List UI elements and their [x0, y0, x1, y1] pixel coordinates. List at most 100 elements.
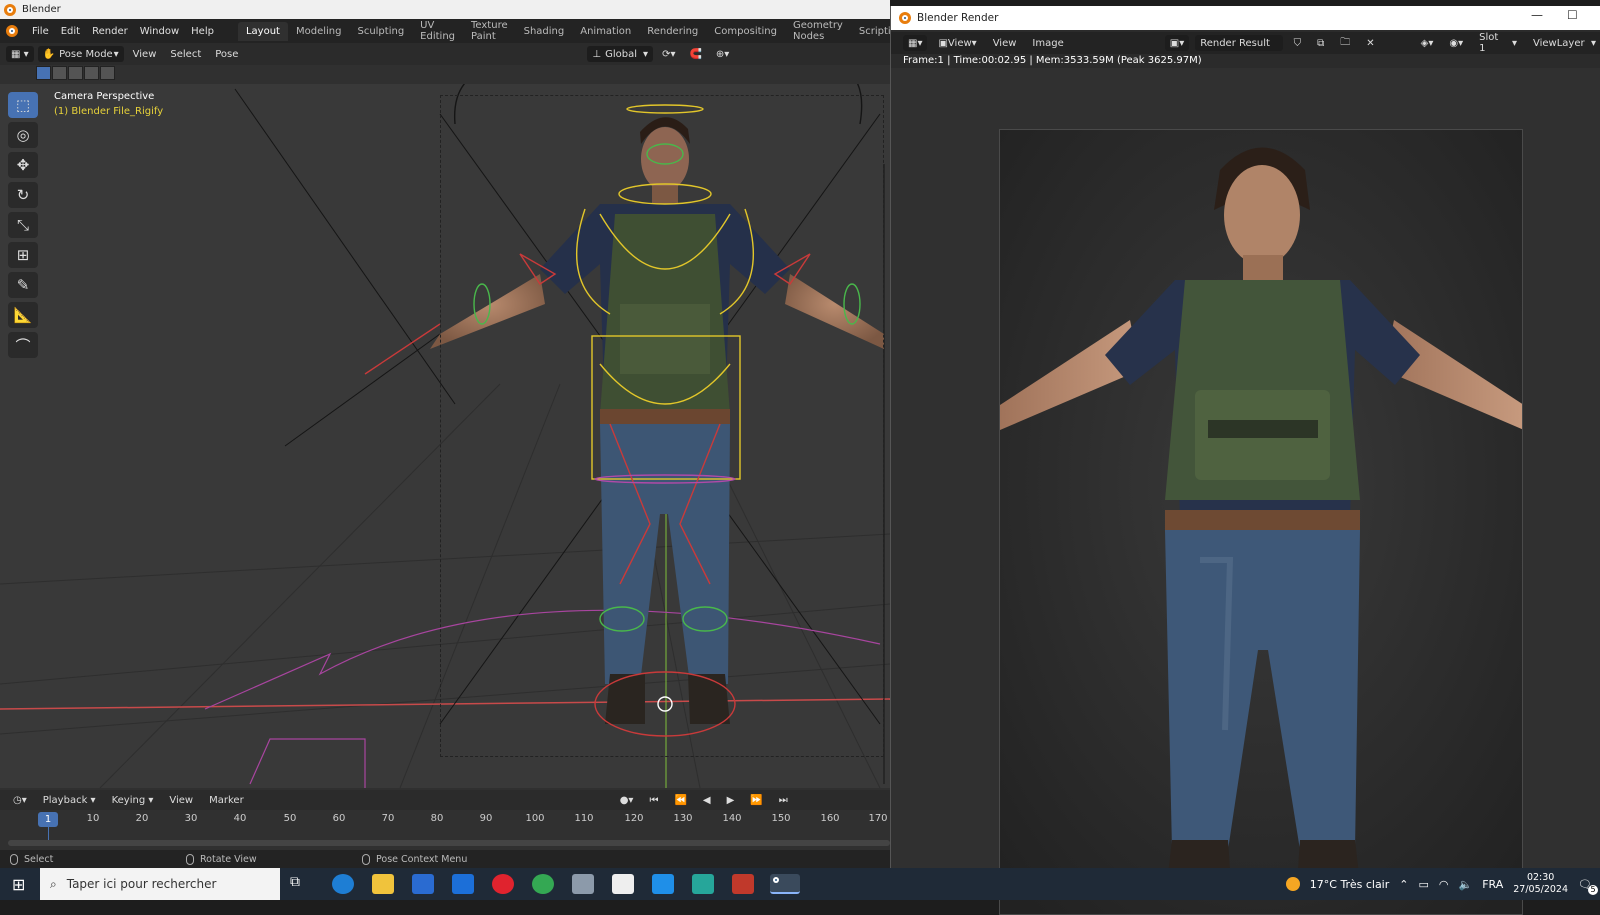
new-image-icon[interactable]: ⧉ — [1312, 35, 1329, 51]
tab-uv-editing[interactable]: UV Editing — [412, 16, 463, 46]
play-reverse-icon[interactable]: ◀ — [698, 792, 716, 808]
unlink-image-close-icon[interactable]: ✕ — [1361, 35, 1379, 51]
fake-user-shield-icon[interactable]: ⛉ — [1289, 35, 1307, 51]
transform-tool-icon[interactable]: ⊞ — [8, 242, 38, 268]
measure-tool-icon[interactable]: 📐 — [8, 302, 38, 328]
mode-dropdown[interactable]: ✋ Pose Mode ▾ — [37, 46, 124, 62]
timeline-ruler[interactable]: 1 10 20 30 40 50 60 70 80 90 100 110 120… — [0, 810, 890, 828]
scale-tool-icon[interactable]: ⤡ — [8, 212, 38, 238]
jump-end-icon[interactable]: ⏭ — [774, 792, 793, 808]
cursor-tool-icon[interactable]: ◎ — [8, 122, 38, 148]
view-layer-dropdown[interactable]: ViewLayer ▾ — [1528, 35, 1600, 51]
task-view-icon[interactable]: ⧉ — [290, 874, 312, 894]
weather-text[interactable]: 17°C Très clair — [1310, 878, 1389, 891]
tab-geometry-nodes[interactable]: Geometry Nodes — [785, 16, 851, 46]
sample-tool-icon[interactable]: ◈▾ — [1416, 35, 1439, 51]
chevron-up-icon[interactable]: ⌃ — [1399, 878, 1408, 891]
pivot-icon[interactable]: ⟳▾ — [657, 46, 680, 62]
editor-type-button[interactable]: ▦ ▾ — [6, 46, 34, 62]
edge-browser-icon[interactable] — [332, 874, 354, 894]
play-icon[interactable]: ▶ — [722, 792, 740, 808]
tab-compositing[interactable]: Compositing — [706, 22, 785, 41]
taskbar-search[interactable]: ⌕ Taper ici pour rechercher — [40, 868, 280, 900]
menu-help[interactable]: Help — [185, 26, 220, 37]
menu-keying[interactable]: Keying ▾ — [107, 792, 159, 808]
clock[interactable]: 02:30 27/05/2024 — [1513, 872, 1568, 896]
notification-icon[interactable]: 🗨 5 — [1578, 878, 1598, 895]
menu-select[interactable]: Select — [165, 46, 206, 62]
wifi-icon[interactable]: ◠ — [1439, 878, 1449, 891]
top-menu-bar: File Edit Render Window Help Layout Mode… — [0, 16, 928, 46]
menu-timeline-view[interactable]: View — [164, 792, 198, 808]
open-image-folder-icon[interactable]: 🗀 — [1335, 35, 1355, 51]
select-extend-icon[interactable] — [52, 66, 67, 80]
pose-icon: ✋ — [42, 48, 56, 60]
tab-shading[interactable]: Shading — [516, 22, 573, 41]
windows-start-icon[interactable]: ⊞ — [12, 875, 25, 894]
pose-curve-tool-icon[interactable]: ⌒ — [8, 332, 38, 358]
annotate-tool-icon[interactable]: ✎ — [8, 272, 38, 298]
menu-marker[interactable]: Marker — [204, 792, 249, 808]
render-result-image — [999, 129, 1523, 915]
select-intersect-icon[interactable] — [100, 66, 115, 80]
jump-keyframe-back-icon[interactable]: ⏪ — [669, 792, 691, 808]
clock-date: 27/05/2024 — [1513, 884, 1569, 895]
tab-rendering[interactable]: Rendering — [639, 22, 706, 41]
tab-animation[interactable]: Animation — [572, 22, 639, 41]
render-view-dropdown[interactable]: ▣ View ▾ — [933, 35, 981, 51]
menu-image[interactable]: Image — [1027, 35, 1068, 51]
frame-tick: 140 — [722, 813, 742, 824]
tab-sculpting[interactable]: Sculpting — [349, 22, 412, 41]
file-explorer-icon[interactable] — [372, 874, 394, 894]
jump-start-icon[interactable]: ⏮ — [644, 792, 663, 808]
mail-icon[interactable] — [452, 874, 474, 894]
volume-icon[interactable]: 🔈 — [1459, 878, 1473, 891]
select-invert-icon[interactable] — [84, 66, 99, 80]
proportional-edit-icon[interactable]: ⊕▾ — [711, 46, 734, 62]
opera-browser-icon[interactable] — [492, 874, 514, 894]
render-window-title: Blender Render — [917, 12, 999, 24]
language-indicator[interactable]: FRA — [1482, 878, 1503, 891]
chrome-browser-icon[interactable] — [532, 874, 554, 894]
tab-texture-paint[interactable]: Texture Paint — [463, 16, 516, 46]
app-icon[interactable] — [612, 874, 634, 894]
select-subtract-icon[interactable] — [68, 66, 83, 80]
menu-pose[interactable]: Pose — [210, 46, 243, 62]
image-name-field[interactable]: Render Result — [1195, 35, 1283, 51]
move-tool-icon[interactable]: ✥ — [8, 152, 38, 178]
minimize-icon[interactable]: — — [1531, 8, 1543, 22]
app-icon[interactable] — [572, 874, 594, 894]
snap-icon[interactable]: 🧲 — [684, 46, 706, 62]
maximize-icon[interactable]: ☐ — [1567, 8, 1578, 22]
jump-keyframe-forward-icon[interactable]: ⏩ — [745, 792, 767, 808]
tab-layout[interactable]: Layout — [237, 21, 288, 41]
menu-playback[interactable]: Playback ▾ — [38, 792, 101, 808]
orientation-dropdown[interactable]: ⊥ Global ▾ — [587, 46, 654, 62]
menu-render-view[interactable]: View — [988, 35, 1022, 51]
photos-icon[interactable] — [652, 874, 674, 894]
slot-dropdown[interactable]: Slot 1 ▾ — [1474, 32, 1522, 54]
menu-window[interactable]: Window — [134, 26, 185, 37]
winrar-icon[interactable] — [732, 874, 754, 894]
blender-menu-icon[interactable] — [6, 25, 18, 37]
menu-render[interactable]: Render — [86, 26, 134, 37]
image-editor-type-icon[interactable]: ▦▾ — [903, 35, 928, 51]
blender-taskbar-icon[interactable] — [770, 874, 800, 894]
app-icon[interactable] — [692, 874, 714, 894]
render-image-area[interactable] — [891, 68, 1600, 915]
timeline-editor-type-icon[interactable]: ◷▾ — [8, 792, 32, 808]
select-new-icon[interactable] — [36, 66, 51, 80]
image-browse-icon[interactable]: ▣▾ — [1164, 35, 1190, 51]
record-keyframe-icon[interactable]: ●▾ — [615, 792, 639, 808]
overlays-icon[interactable]: ◉▾ — [1444, 35, 1468, 51]
device-icon[interactable]: ▭ — [1418, 878, 1428, 891]
menu-file[interactable]: File — [26, 26, 55, 37]
tab-modeling[interactable]: Modeling — [288, 22, 350, 41]
menu-edit[interactable]: Edit — [55, 26, 86, 37]
rotate-tool-icon[interactable]: ↻ — [8, 182, 38, 208]
microsoft-store-icon[interactable] — [412, 874, 434, 894]
menu-view[interactable]: View — [128, 46, 162, 62]
frame-tick: 30 — [184, 813, 198, 824]
timeline-scrollbar[interactable] — [8, 840, 890, 846]
select-box-tool-icon[interactable]: ⬚ — [8, 92, 38, 118]
